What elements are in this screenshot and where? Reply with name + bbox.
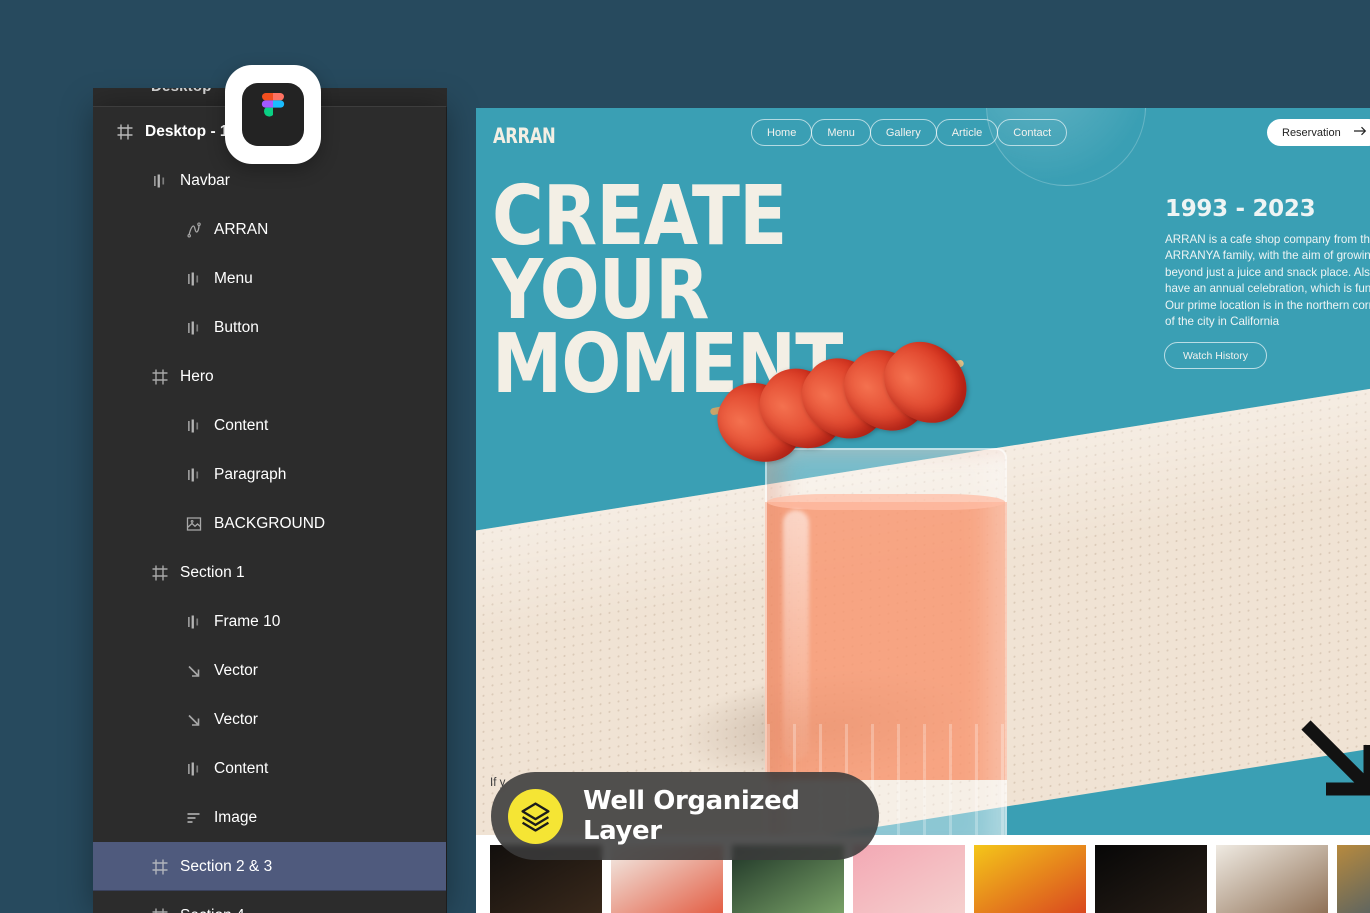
layer-label: Section 2 & 3 (180, 857, 273, 875)
vector-arrow-icon (188, 665, 200, 677)
layer-label: BACKGROUND (214, 514, 326, 532)
hero-section: ARRAN Home Menu Gallery Article Contact … (476, 108, 1370, 835)
frame-icon (152, 859, 168, 874)
thumb-laughing-woman[interactable] (1216, 845, 1328, 913)
frame-icon (152, 908, 168, 913)
arrow-right-icon (1353, 126, 1367, 139)
years-heading: 1993 - 2023 (1165, 196, 1316, 222)
reservation-button[interactable]: Reservation (1267, 119, 1370, 146)
nav-item-menu[interactable]: Menu (811, 119, 871, 146)
well-organized-layer-badge: Well Organized Layer (491, 772, 879, 860)
layers-panel[interactable]: Desktop - 1 Navbar ARRAN Menu Button Hero Cont… (93, 106, 447, 913)
thumb-black-portrait[interactable] (1095, 845, 1207, 913)
glass-highlight (783, 510, 809, 760)
layer-row-section-4[interactable]: Section 4 (93, 891, 446, 913)
layer-row-content[interactable]: Content (93, 401, 446, 450)
nav-item-gallery[interactable]: Gallery (869, 119, 937, 146)
layer-label: Content (214, 416, 269, 434)
screen: Desktop - Desktop - 1 Navbar ARRAN Menu Butt… (0, 0, 1370, 913)
layer-row-image[interactable]: Image (93, 793, 446, 842)
layer-row-vector[interactable]: Vector (93, 695, 446, 744)
nav-item-article[interactable]: Article (935, 119, 999, 146)
reservation-label: Reservation (1282, 126, 1341, 139)
frame-icon (152, 369, 168, 384)
juice-surface (767, 494, 1005, 510)
brand-logo[interactable]: ARRAN (493, 124, 556, 148)
layer-label: Frame 10 (214, 612, 281, 630)
figma-app-badge (225, 65, 321, 164)
component-icon (188, 762, 199, 775)
layer-label: Vector (214, 661, 258, 679)
layer-label: Paragraph (214, 465, 287, 483)
layer-label: Button (214, 318, 259, 336)
nav-menu: Home Menu Gallery Article Contact (751, 119, 1068, 146)
nav-item-home[interactable]: Home (751, 119, 813, 146)
layer-row-arran[interactable]: ARRAN (93, 205, 446, 254)
component-icon (154, 174, 165, 187)
layer-row-section-2-3[interactable]: Section 2 & 3 (93, 842, 446, 891)
vector-arrow-icon (188, 714, 200, 726)
vector-pen-icon (187, 222, 201, 237)
frame-icon (117, 124, 133, 139)
layer-label: Section 1 (180, 563, 245, 581)
component-icon (188, 419, 199, 432)
well-organized-layer-label: Well Organized Layer (583, 786, 800, 846)
component-icon (188, 272, 199, 285)
layer-row-menu[interactable]: Menu (93, 254, 446, 303)
layer-row-button[interactable]: Button (93, 303, 446, 352)
layer-row-paragraph[interactable]: Paragraph (93, 450, 446, 499)
layer-label: Desktop - 1 (145, 122, 229, 140)
layer-row-frame-10[interactable]: Frame 10 (93, 597, 446, 646)
layer-row-section-1[interactable]: Section 1 (93, 548, 446, 597)
layer-label: Image (214, 808, 258, 826)
layer-label: Vector (214, 710, 258, 728)
headline-line-1: CREATE YOUR (492, 169, 787, 338)
nav-item-contact[interactable]: Contact (997, 119, 1068, 146)
layer-row-background[interactable]: BACKGROUND (93, 499, 446, 548)
layer-row-vector[interactable]: Vector (93, 646, 446, 695)
site-navbar: ARRAN Home Menu Gallery Article Contact … (476, 108, 1370, 164)
clipped-label: Desktop - (151, 88, 221, 95)
figma-logo-icon (242, 83, 304, 146)
layers-stack-icon (508, 788, 563, 844)
layer-label: Menu (214, 269, 253, 287)
image-icon (186, 516, 202, 531)
text-lines-icon (187, 812, 200, 823)
arrow-down-right-icon (1296, 715, 1370, 807)
component-icon (188, 468, 199, 481)
hero-copy-block: 1993 - 2023 ARRAN is a cafe shop company… (1165, 196, 1370, 331)
layer-label: Navbar (180, 171, 230, 189)
watch-history-button[interactable]: Watch History (1164, 342, 1267, 369)
frame-icon (152, 565, 168, 580)
layer-row-hero[interactable]: Hero (93, 352, 446, 401)
layer-row-content[interactable]: Content (93, 744, 446, 793)
about-paragraph: ARRAN is a cafe shop company from the AR… (1165, 233, 1370, 329)
thumb-pink-hand[interactable] (853, 845, 965, 913)
component-icon (188, 615, 199, 628)
thumb-bartender-hands[interactable] (1337, 845, 1370, 913)
layer-label: Section 4 (180, 907, 245, 913)
layer-label: Content (214, 759, 269, 777)
component-icon (188, 321, 199, 334)
layer-label: Hero (180, 367, 214, 385)
layer-label: ARRAN (214, 220, 269, 238)
thumb-campari-yellow[interactable] (974, 845, 1086, 913)
